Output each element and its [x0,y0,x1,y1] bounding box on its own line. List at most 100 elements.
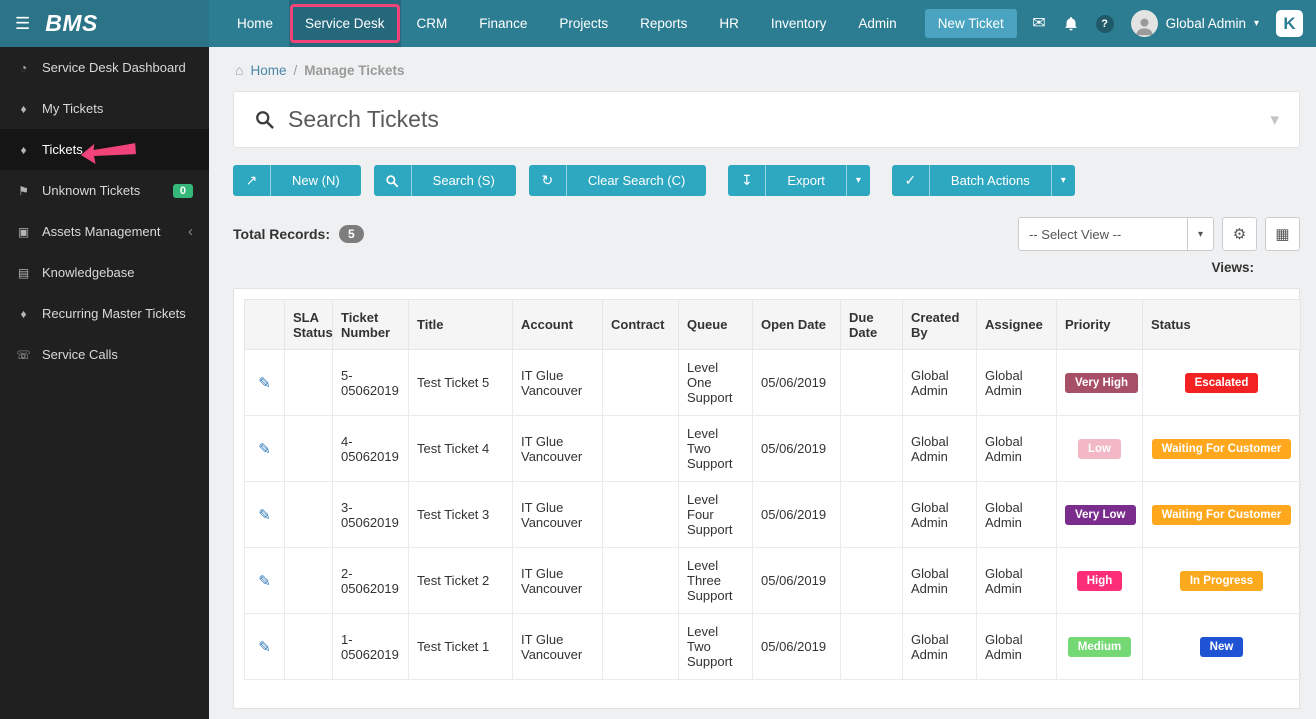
select-view-dropdown[interactable]: -- Select View -- ▾ [1018,217,1214,251]
table-row: ✎ 2-05062019 Test Ticket 2 IT Glue Vanco… [244,547,1301,614]
tickets-table-panel: SLA Status Ticket Number Title Account Contr… [233,288,1301,709]
breadcrumb: ⌂ Home / Manage Tickets [233,47,1300,91]
sidebar-item-label: Knowledgebase [42,265,135,280]
contract-cell [602,481,679,548]
title-cell: Test Ticket 3 [408,481,513,548]
account-cell: IT Glue Vancouver [512,415,603,482]
kaseya-logo[interactable]: K [1276,10,1303,37]
nav-item-label: HR [719,16,739,31]
status-badge: Escalated [1184,372,1259,393]
mail-icon[interactable]: ✉ [1032,15,1045,32]
help-icon[interactable]: ? [1095,14,1114,33]
col-header-status: Status [1142,299,1301,350]
ticket-number-cell: 1-05062019 [332,613,409,680]
col-header-queue: Queue [678,299,753,350]
contract-cell [602,547,679,614]
col-header-ticket-number: Ticket Number [332,299,409,350]
sidebar-item-service-desk-dashboard[interactable]: ◔ Service Desk Dashboard [0,47,209,88]
ticket-number-cell: 4-05062019 [332,415,409,482]
sla-status-cell [284,547,333,614]
ticket-number-cell: 2-05062019 [332,547,409,614]
view-settings-button[interactable]: ⚙ [1222,217,1257,251]
table-row: ✎ 5-05062019 Test Ticket 5 IT Glue Vanco… [244,349,1301,416]
sidebar-item-label: Service Desk Dashboard [42,60,186,75]
brand-section: ☰ BMS [0,0,209,47]
sla-status-cell [284,349,333,416]
account-cell: IT Glue Vancouver [512,613,603,680]
table-row: ✎ 3-05062019 Test Ticket 3 IT Glue Vanco… [244,481,1301,548]
table-header-row: SLA Status Ticket Number Title Account Contr… [244,299,1301,350]
nav-item-hr[interactable]: HR [703,0,755,47]
clear-search-button[interactable]: ↻ Clear Search (C) [528,165,707,196]
sla-status-cell [284,613,333,680]
total-records-count: 5 [338,225,364,243]
main-nav: Home Service Desk CRM Finance Projects Report… [221,0,913,47]
tickets-tbody: ✎ 5-05062019 Test Ticket 5 IT Glue Vanco… [244,349,1301,680]
app-logo: BMS [45,10,98,36]
title-cell: Test Ticket 2 [408,547,513,614]
edit-ticket-icon[interactable]: ✎ [258,441,271,458]
open-date-cell: 05/06/2019 [752,547,841,614]
breadcrumb-home-link[interactable]: Home [250,63,286,78]
batch-actions-button[interactable]: Batch Actions [930,165,1051,196]
hamburger-menu-icon[interactable]: ☰ [15,14,30,34]
sidebar-menu: ◔ Service Desk Dashboard ♦ My Tickets ♦ Ticke… [0,47,209,375]
edit-ticket-icon[interactable]: ✎ [258,573,271,590]
sidebar-item-tickets[interactable]: ♦ Tickets [0,129,209,170]
sla-status-cell [284,415,333,482]
sidebar-item-label: Unknown Tickets [42,183,141,198]
export-button-group: ↧ Export ▾ [728,165,870,196]
title-cell: Test Ticket 5 [408,349,513,416]
title-cell: Test Ticket 1 [408,613,513,680]
export-button[interactable]: Export [766,165,846,196]
nav-item-home[interactable]: Home [221,0,289,47]
user-dropdown-caret-icon: ▾ [1253,18,1259,29]
assignee-cell: Global Admin [976,613,1057,680]
nav-item-finance[interactable]: Finance [463,0,543,47]
edit-ticket-icon[interactable]: ✎ [258,375,271,392]
batch-actions-button-group: ✓ Batch Actions ▾ [891,165,1075,196]
main-content: ⌂ Home / Manage Tickets Search Tickets ▾… [209,47,1316,719]
nav-item-inventory[interactable]: Inventory [755,0,843,47]
sidebar-item-my-tickets[interactable]: ♦ My Tickets [0,88,209,129]
edit-ticket-icon[interactable]: ✎ [258,507,271,524]
col-header-open-date: Open Date [752,299,841,350]
nav-item-label: Service Desk [305,16,385,31]
status-badge: New [1199,636,1244,657]
check-icon: ✓ [892,165,930,196]
edit-ticket-icon[interactable]: ✎ [258,639,271,656]
contract-cell [602,613,679,680]
ticket-icon: ♦ [20,101,27,116]
sidebar-item-recurring-master-tickets[interactable]: ♦ Recurring Master Tickets [0,293,209,334]
views-label-row: Views: [233,260,1300,275]
nav-item-reports[interactable]: Reports [624,0,703,47]
contract-cell [602,415,679,482]
new-button[interactable]: ↗ New (N) [233,165,361,196]
created-by-cell: Global Admin [902,547,977,614]
book-icon: ▤ [17,265,30,280]
sidebar-item-knowledgebase[interactable]: ▤ Knowledgebase [0,252,209,293]
user-menu[interactable]: Global Admin ▾ [1130,10,1259,37]
sidebar-item-assets-management[interactable]: ▣ Assets Management ‹ [0,211,209,252]
sidebar-item-service-calls[interactable]: ☏ Service Calls [0,334,209,375]
nav-item-service-desk[interactable]: Service Desk [289,0,401,47]
sidebar-item-label: Service Calls [42,347,118,362]
priority-badge: Low [1078,438,1121,459]
status-badge: Waiting For Customer [1151,504,1292,525]
batch-actions-dropdown-caret-icon[interactable]: ▾ [1050,165,1075,196]
export-dropdown-caret-icon[interactable]: ▾ [845,165,870,196]
queue-cell: Level Two Support [678,415,753,482]
search-button[interactable]: Search (S) [373,165,516,196]
nav-item-crm[interactable]: CRM [401,0,464,47]
queue-cell: Level Four Support [678,481,753,548]
nav-item-label: Reports [640,16,688,31]
nav-item-projects[interactable]: Projects [543,0,624,47]
panel-collapse-chevron-icon[interactable]: ▾ [1270,110,1279,130]
sidebar-item-label: My Tickets [42,101,104,116]
column-chooser-button[interactable]: ▦ [1265,217,1300,251]
created-by-cell: Global Admin [902,349,977,416]
nav-item-admin[interactable]: Admin [842,0,912,47]
sidebar-item-unknown-tickets[interactable]: ⚑ Unknown Tickets 0 [0,170,209,211]
bell-icon[interactable] [1063,16,1079,32]
new-ticket-button[interactable]: New Ticket [924,9,1017,38]
